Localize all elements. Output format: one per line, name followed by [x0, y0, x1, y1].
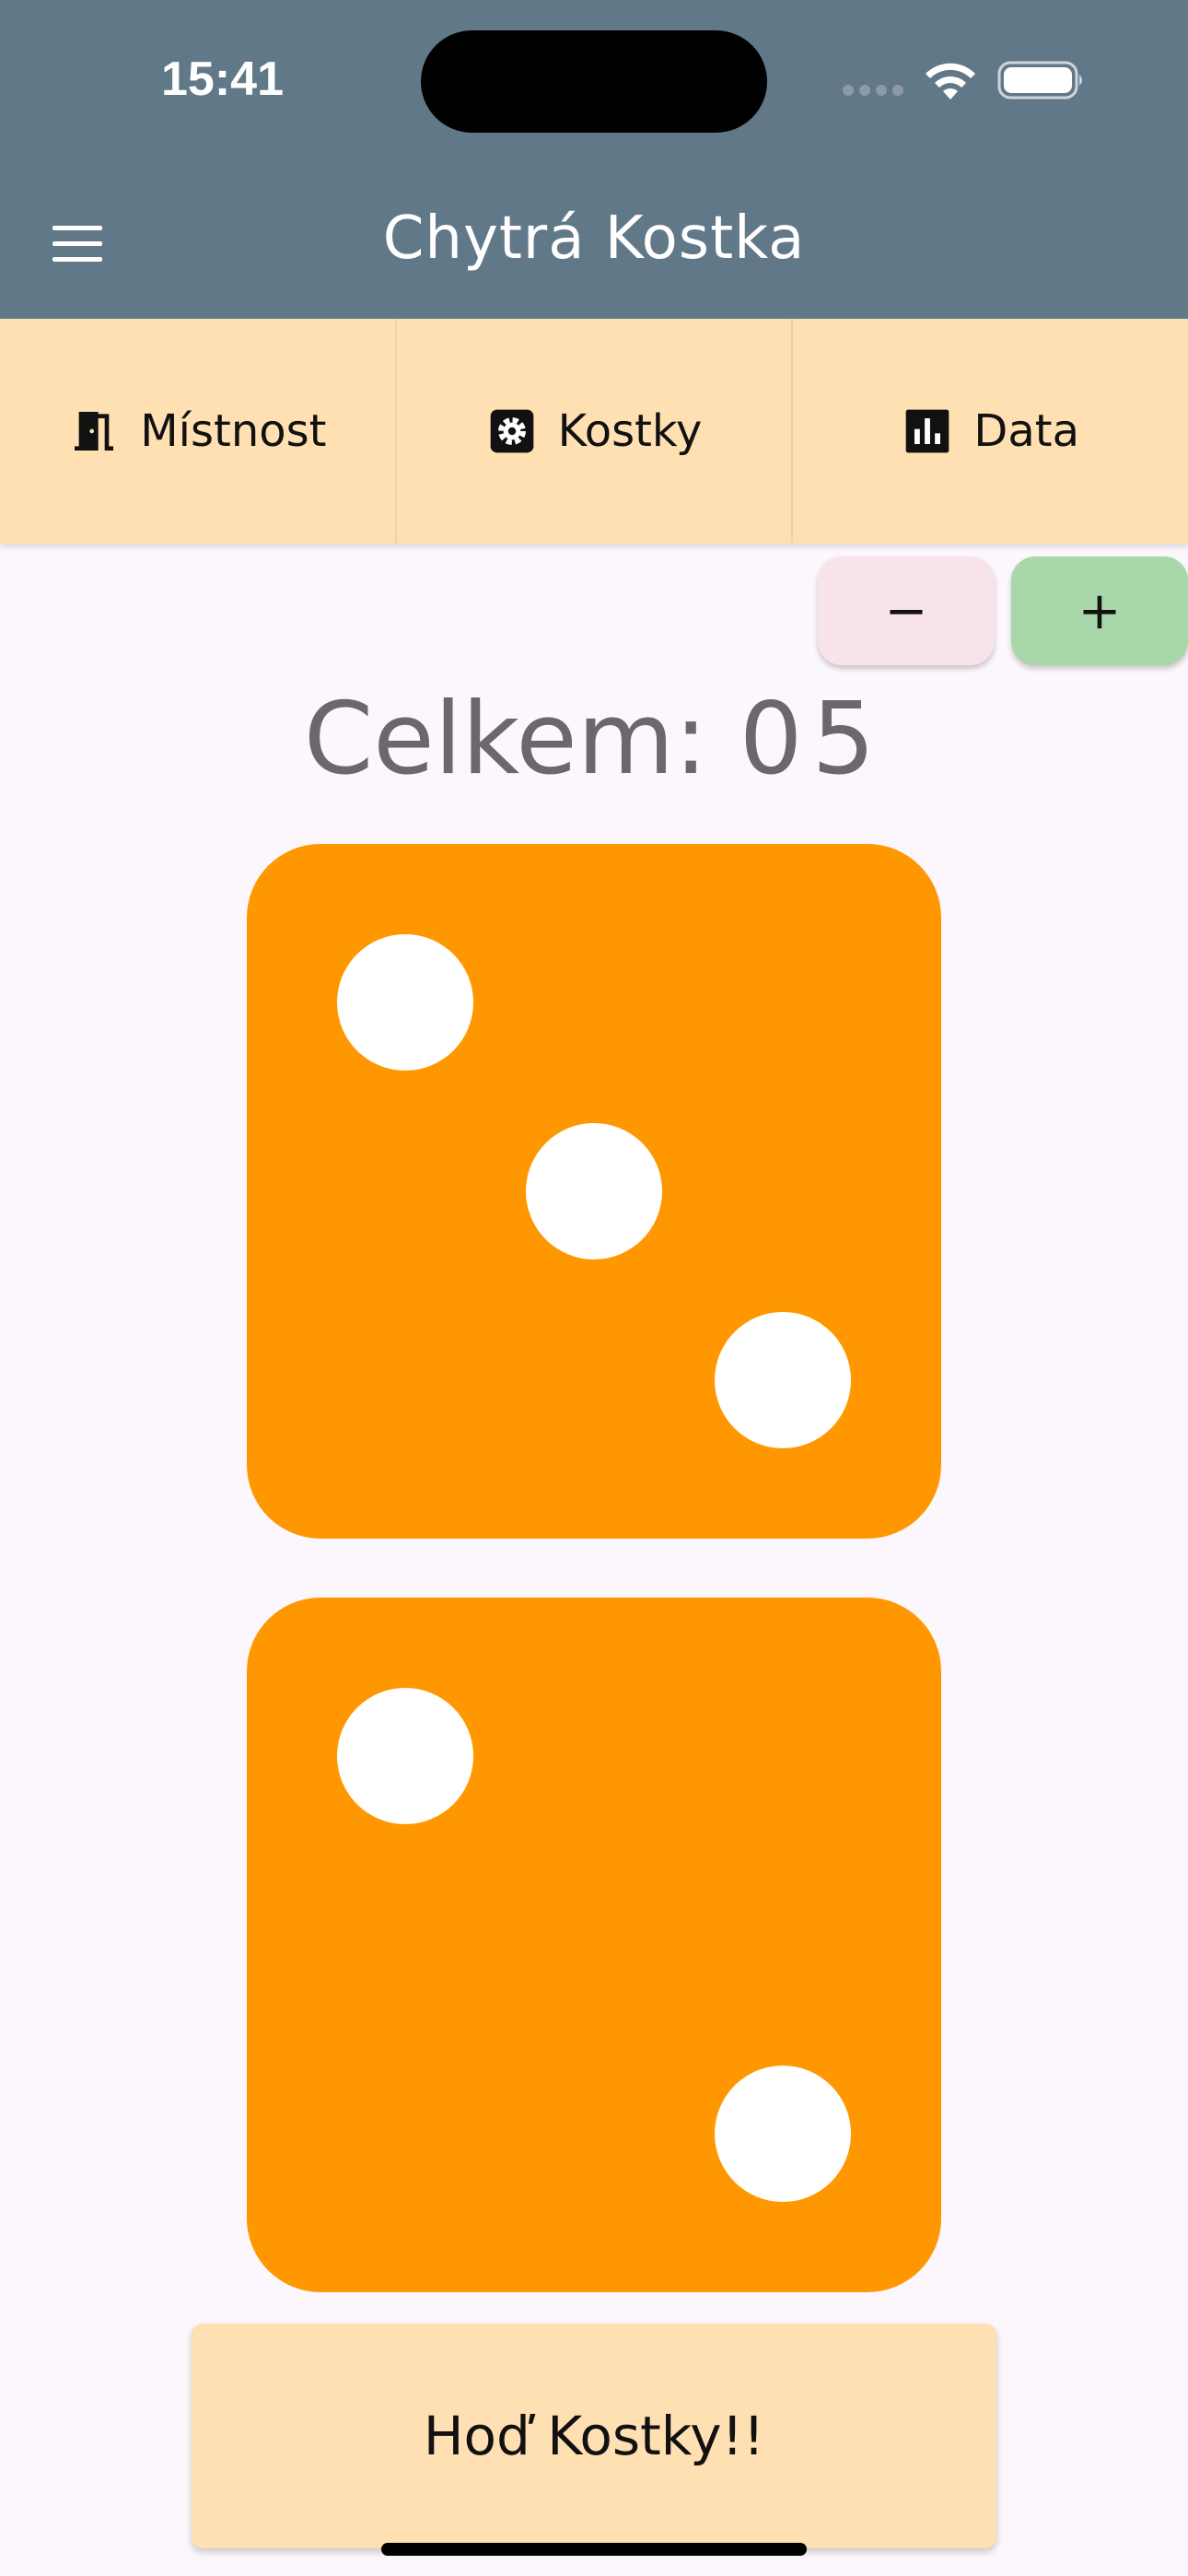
die-pip — [526, 1123, 662, 1259]
die-pip — [715, 2066, 851, 2202]
home-indicator[interactable] — [381, 2543, 807, 2556]
bar-chart-icon — [906, 409, 949, 453]
total-value: 05 — [739, 682, 885, 797]
total-display: Celkem: 05 — [0, 682, 1188, 797]
app-bar: Chytrá Kostka — [0, 157, 1188, 319]
status-time: 15:41 — [161, 53, 284, 106]
door-icon — [75, 412, 114, 451]
tab-dice[interactable]: Kostky — [397, 319, 794, 544]
tab-room[interactable]: Místnost — [0, 319, 397, 544]
die-1[interactable] — [247, 844, 941, 1539]
tab-bar: Místnost Kostky Data — [0, 319, 1188, 544]
tab-room-label: Místnost — [140, 405, 327, 457]
app-title: Chytrá Kostka — [382, 205, 806, 273]
tab-data-label: Data — [973, 405, 1079, 457]
remove-die-button[interactable]: − — [818, 556, 995, 665]
die-pip — [337, 934, 473, 1071]
wifi-icon — [926, 63, 975, 100]
status-bar: 15:41 — [0, 0, 1188, 157]
gear-icon — [490, 409, 533, 453]
battery-icon — [997, 61, 1082, 100]
add-die-button[interactable]: + — [1011, 556, 1188, 665]
die-pip — [715, 1312, 851, 1448]
signal-icon — [843, 85, 903, 98]
roll-dice-button[interactable]: Hoď Kostky!! — [192, 2324, 996, 2548]
dynamic-island — [421, 30, 767, 133]
die-2[interactable] — [247, 1598, 941, 2292]
tab-dice-label: Kostky — [557, 405, 703, 457]
total-label: Celkem: — [303, 682, 708, 797]
tab-data[interactable]: Data — [793, 319, 1188, 544]
die-pip — [337, 1688, 473, 1824]
